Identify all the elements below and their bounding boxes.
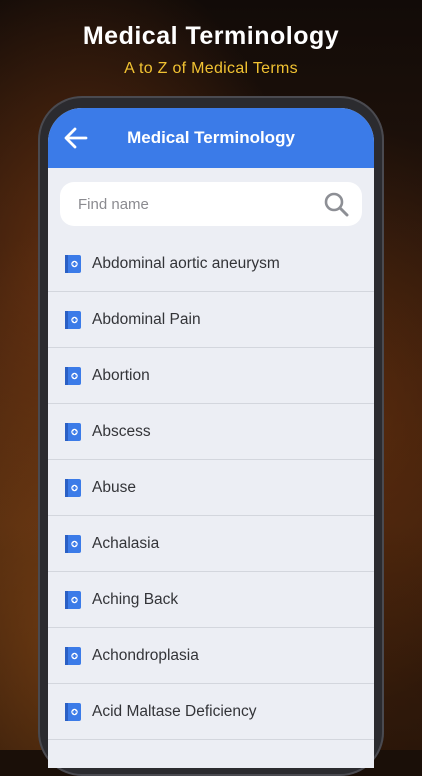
medical-book-icon bbox=[64, 254, 82, 274]
term-label: Abdominal Pain bbox=[92, 310, 201, 328]
term-label: Abortion bbox=[92, 366, 150, 384]
medical-book-icon bbox=[64, 366, 82, 386]
list-item[interactable]: Acid Maltase Deficiency bbox=[48, 684, 374, 740]
medical-book-icon bbox=[64, 590, 82, 610]
list-item[interactable]: Abortion bbox=[48, 348, 374, 404]
medical-book-icon bbox=[64, 702, 82, 722]
list-item[interactable]: Abuse bbox=[48, 460, 374, 516]
term-label: Abdominal aortic aneurysm bbox=[92, 254, 280, 272]
back-button[interactable] bbox=[60, 122, 92, 154]
term-label: Aching Back bbox=[92, 590, 179, 608]
list-item[interactable]: Abscess bbox=[48, 404, 374, 460]
term-label: Achondroplasia bbox=[92, 646, 199, 664]
list-item[interactable]: Abdominal aortic aneurysm bbox=[48, 236, 374, 292]
medical-book-icon bbox=[64, 646, 82, 666]
list-item[interactable]: Achalasia bbox=[48, 516, 374, 572]
list-item[interactable]: Achondroplasia bbox=[48, 628, 374, 684]
term-label: Abuse bbox=[92, 478, 136, 496]
search-icon[interactable] bbox=[322, 190, 350, 218]
medical-book-icon bbox=[64, 534, 82, 554]
medical-book-icon bbox=[64, 478, 82, 498]
search-bar bbox=[60, 182, 362, 226]
arrow-left-icon bbox=[64, 127, 88, 149]
promo-subtitle: A to Z of Medical Terms bbox=[124, 60, 298, 77]
app-bar: Medical Terminology bbox=[48, 108, 374, 168]
medical-book-icon bbox=[64, 310, 82, 330]
medical-book-icon bbox=[64, 422, 82, 442]
term-label: Abscess bbox=[92, 422, 151, 440]
promo-title: Medical Terminology bbox=[82, 22, 340, 50]
list-item[interactable]: Abdominal Pain bbox=[48, 292, 374, 348]
app-bar-title: Medical Terminology bbox=[127, 128, 295, 147]
list-item[interactable]: Aching Back bbox=[48, 572, 374, 628]
terms-list: Abdominal aortic aneurysm Abdominal Pain A… bbox=[48, 236, 374, 740]
term-label: Achalasia bbox=[92, 534, 160, 552]
term-label: Acid Maltase Deficiency bbox=[92, 702, 257, 720]
app-screen: Medical Terminology Abdominal aortic ane… bbox=[48, 108, 374, 768]
search-input[interactable] bbox=[76, 194, 322, 214]
